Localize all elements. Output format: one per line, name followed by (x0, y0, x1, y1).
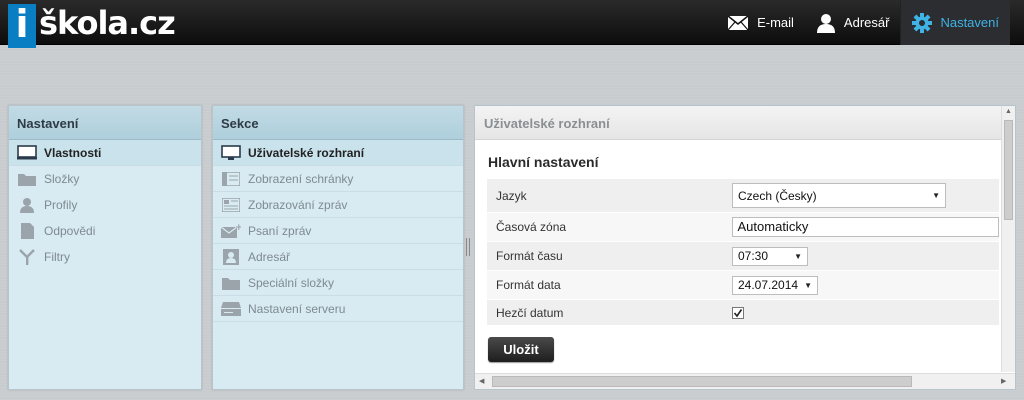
sections-panel-title: Sekce (213, 106, 463, 140)
nav-settings-label: Nastavení (940, 15, 999, 30)
preferences-frame: Uživatelské rozhraní Hlavní nastavení Ja… (474, 105, 1016, 390)
language-value: Czech (Česky) (738, 188, 817, 203)
language-select[interactable]: Czech (Česky) ▼ (732, 183, 946, 208)
section-item-message-view[interactable]: Zobrazování zpráv (213, 192, 463, 218)
nav-settings[interactable]: Nastavení (900, 0, 1010, 45)
mailbox-view-icon (221, 171, 241, 187)
date-format-select[interactable]: 24.07.2014 ▼ (732, 275, 818, 295)
date-format-value: 24.07.2014 (738, 278, 799, 292)
section-title: Hlavní nastavení (488, 154, 599, 170)
scroll-up-icon[interactable]: ▲ (1005, 108, 1012, 115)
horizontal-scrollbar[interactable]: ◀ ▶ (475, 373, 1015, 389)
section-item-compose[interactable]: + Psaní zpráv (213, 218, 463, 244)
time-format-select[interactable]: 07:30 ▼ (732, 246, 808, 266)
pretty-date-checkbox[interactable] (732, 306, 744, 319)
settings-panel: Nastavení Vlastnosti Složky Profily Odpo… (8, 105, 202, 390)
folder-icon (17, 171, 37, 187)
chevron-down-icon: ▼ (932, 191, 940, 200)
section-item-label: Zobrazování zpráv (248, 197, 348, 212)
logo[interactable]: i škola.cz (8, 4, 176, 48)
folder-icon (221, 275, 241, 291)
section-item-label: Zobrazení schránky (248, 171, 354, 186)
settings-item-label: Složky (44, 172, 80, 186)
scroll-left-icon[interactable]: ◀ (479, 377, 484, 385)
compose-icon: + (221, 223, 241, 239)
vertical-scrollbar-thumb[interactable] (1004, 120, 1013, 220)
time-format-label: Formát času (496, 249, 563, 263)
preferences-table: Jazyk Czech (Česky) ▼ Časová zóna Automa… (487, 179, 999, 326)
monitor-icon (17, 145, 37, 161)
svg-text:+: + (235, 223, 241, 233)
save-button[interactable]: Uložit (488, 337, 554, 362)
checkmark-icon (733, 308, 743, 317)
settings-panel-title: Nastavení (9, 106, 201, 140)
preferences-header: Uživatelské rozhraní (475, 106, 1015, 140)
settings-item-label: Odpovědi (44, 224, 96, 238)
sections-panel: Sekce Uživatelské rozhraní Zobrazení sch… (212, 105, 464, 390)
language-label: Jazyk (496, 188, 527, 203)
addressbook-icon (221, 248, 241, 265)
section-item-addressbook[interactable]: Adresář (213, 244, 463, 270)
person-icon (816, 13, 835, 33)
server-icon (221, 301, 241, 317)
time-format-value: 07:30 (738, 249, 769, 263)
pretty-date-label: Hezčí datum (496, 305, 564, 320)
nav-addressbook-label: Adresář (843, 15, 890, 30)
timezone-label: Časová zóna (496, 220, 567, 234)
settings-item-profiles[interactable]: Profily (9, 192, 201, 218)
section-item-ui[interactable]: Uživatelské rozhraní (213, 140, 463, 166)
section-item-label: Psaní zpráv (248, 223, 312, 238)
row-language: Jazyk Czech (Česky) ▼ (487, 179, 999, 213)
settings-item-label: Filtry (44, 250, 70, 264)
settings-item-filters[interactable]: Filtry (9, 244, 201, 270)
section-item-label: Nastavení serveru (248, 301, 346, 316)
filter-icon (17, 249, 37, 265)
nav-addressbook[interactable]: Adresář (805, 0, 901, 45)
vertical-scrollbar[interactable]: ▲ (1001, 106, 1015, 372)
section-item-label: Uživatelské rozhraní (248, 145, 365, 160)
row-timezone: Časová zóna Automaticky (487, 213, 999, 242)
settings-item-folders[interactable]: Složky (9, 166, 201, 192)
settings-item-label: Vlastnosti (44, 145, 102, 160)
chevron-down-icon: ▼ (794, 251, 802, 261)
row-date-format: Formát data 24.07.2014 ▼ (487, 271, 999, 300)
nav-email-label: E-mail (757, 15, 794, 30)
timezone-input[interactable]: Automaticky (731, 217, 999, 237)
row-pretty-date: Hezčí datum (487, 300, 999, 326)
section-item-server-settings[interactable]: Nastavení serveru (213, 296, 463, 322)
mail-icon (727, 14, 749, 30)
section-item-label: Adresář (248, 249, 291, 264)
row-time-format: Formát času 07:30 ▼ (487, 242, 999, 271)
settings-item-properties[interactable]: Vlastnosti (9, 140, 201, 166)
profile-icon (17, 197, 37, 213)
horizontal-scrollbar-thumb[interactable] (492, 376, 912, 387)
scroll-right-icon[interactable]: ▶ (1001, 377, 1006, 385)
top-nav: E-mail Adresář Nastavení (716, 0, 1010, 45)
settings-item-responses[interactable]: Odpovědi (9, 218, 201, 244)
panel-splitter[interactable] (466, 238, 470, 256)
section-item-label: Speciální složky (248, 275, 335, 290)
logo-i: i (8, 4, 36, 48)
monitor-icon (221, 145, 241, 161)
settings-item-label: Profily (44, 198, 78, 212)
gear-icon (912, 12, 933, 33)
section-item-special-folders[interactable]: Speciální složky (213, 270, 463, 296)
top-bar: i škola.cz E-mail Adresář Nastavení (0, 0, 1024, 48)
section-item-mailbox-view[interactable]: Zobrazení schránky (213, 166, 463, 192)
nav-email[interactable]: E-mail (716, 0, 805, 45)
message-view-icon (221, 197, 241, 213)
chevron-down-icon: ▼ (804, 280, 812, 290)
logo-text: škola.cz (39, 4, 176, 42)
date-format-label: Formát data (496, 278, 561, 292)
document-icon (17, 223, 37, 239)
